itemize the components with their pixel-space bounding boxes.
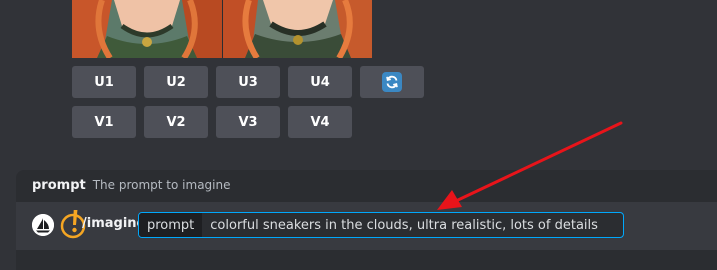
command-name: /imagine: [82, 216, 146, 231]
option-label: prompt: [139, 213, 203, 237]
slash-command-panel: prompt The prompt to imagine /imagine pr…: [16, 170, 717, 270]
reroll-button[interactable]: [360, 66, 424, 98]
u3-button[interactable]: U3: [216, 66, 280, 98]
command-option-hint: prompt The prompt to imagine: [32, 178, 230, 193]
refresh-icon: [382, 72, 402, 92]
generated-image-left[interactable]: [72, 0, 222, 58]
v4-button[interactable]: V4: [288, 106, 352, 138]
option-description: The prompt to imagine: [92, 178, 231, 192]
variation-button-row: V1 V2 V3 V4: [72, 106, 352, 138]
v1-button[interactable]: V1: [72, 106, 136, 138]
upscale-button-row: U1 U2 U3 U4: [72, 66, 424, 98]
generated-image-grid[interactable]: [72, 0, 372, 58]
generated-image-right[interactable]: [221, 0, 372, 58]
v2-button[interactable]: V2: [144, 106, 208, 138]
u4-button[interactable]: U4: [288, 66, 352, 98]
v3-button[interactable]: V3: [216, 106, 280, 138]
u1-button[interactable]: U1: [72, 66, 136, 98]
prompt-option-input[interactable]: prompt colorful sneakers in the clouds, …: [138, 212, 624, 238]
midjourney-bot-avatar: [32, 214, 54, 236]
u2-button[interactable]: U2: [144, 66, 208, 98]
prompt-text[interactable]: colorful sneakers in the clouds, ultra r…: [202, 213, 606, 237]
option-name: prompt: [32, 178, 86, 193]
message-input-row[interactable]: /imagine prompt colorful sneakers in the…: [16, 202, 717, 250]
